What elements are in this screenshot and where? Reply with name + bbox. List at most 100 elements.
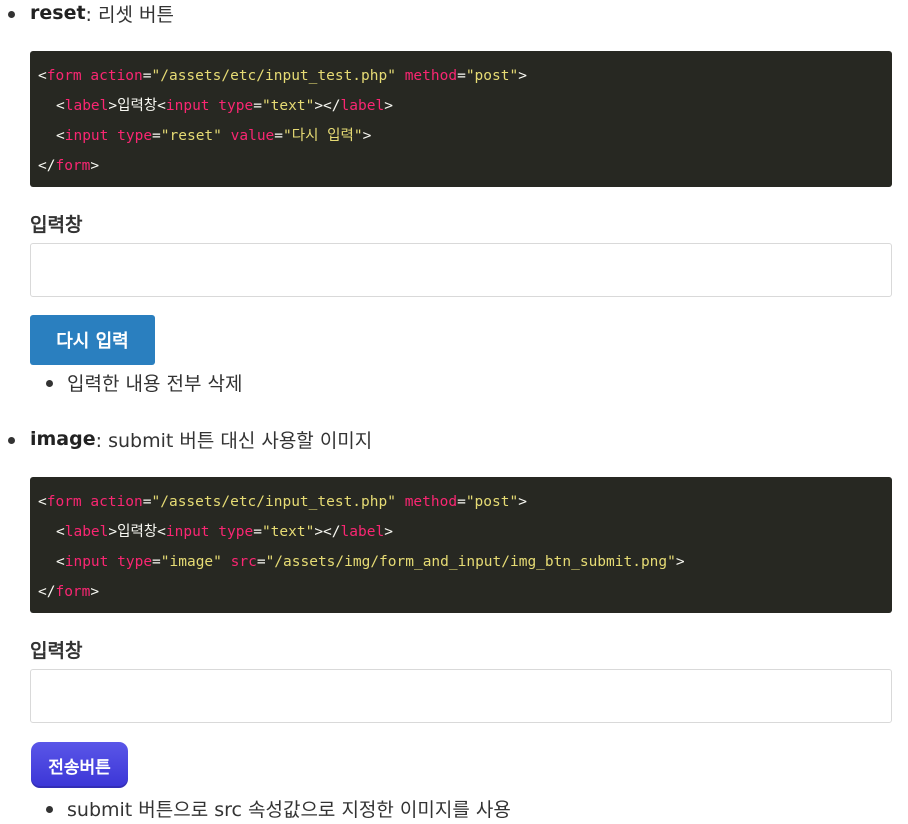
image-keyword: image bbox=[30, 428, 96, 450]
reset-button[interactable]: 다시 입력 bbox=[30, 315, 155, 365]
reset-keyword: reset bbox=[30, 2, 86, 24]
code-line: </form> bbox=[38, 151, 884, 181]
code-token-text: 입력창 bbox=[117, 524, 158, 540]
code-token-tag: form bbox=[46, 494, 82, 510]
code-token-punc: > bbox=[108, 98, 118, 114]
image-description: : submit 버튼 대신 사용할 이미지 bbox=[95, 429, 373, 452]
code-token-attr: type bbox=[117, 128, 153, 144]
code-token-tag: input bbox=[165, 98, 210, 114]
image-text-input[interactable] bbox=[30, 669, 892, 723]
page: reset : 리셋 버튼 <form action="/assets/etc/… bbox=[0, 0, 908, 824]
code-token-punc: = bbox=[457, 494, 466, 510]
reset-description: : 리셋 버튼 bbox=[85, 3, 174, 26]
code-token-punc: < bbox=[38, 494, 47, 510]
code-token-attr: type bbox=[218, 98, 254, 114]
code-token-str: "/assets/img/form_and_input/img_btn_subm… bbox=[265, 554, 676, 570]
code-line: <label>입력창<input type="text"></label> bbox=[38, 91, 884, 121]
bullet-icon bbox=[8, 10, 15, 18]
submit-image-button[interactable]: 전송버튼 bbox=[31, 742, 128, 788]
code-token-tag: label bbox=[64, 98, 109, 114]
code-token-punc: = bbox=[274, 128, 284, 144]
code-token-punc: </ bbox=[38, 158, 56, 174]
code-token-punc: ></ bbox=[314, 98, 341, 114]
code-line: <input type="reset" value="다시 입력"> bbox=[38, 121, 884, 151]
code-token-str: "post" bbox=[465, 68, 519, 84]
code-token-attr: type bbox=[117, 554, 153, 570]
code-token-tag: label bbox=[340, 524, 385, 540]
code-token-str: "image" bbox=[160, 554, 222, 570]
code-token-attr: method bbox=[404, 68, 458, 84]
code-token-punc: > bbox=[675, 554, 685, 570]
code-token-punc: < bbox=[38, 68, 47, 84]
reset-note-text: 입력한 내용 전부 삭제 bbox=[67, 372, 243, 395]
code-token-punc: > bbox=[108, 524, 118, 540]
bullet-icon bbox=[8, 436, 15, 444]
code-token-attr: method bbox=[404, 494, 458, 510]
reset-field-label: 입력창 bbox=[30, 214, 83, 236]
image-heading: image : submit 버튼 대신 사용할 이미지 bbox=[8, 426, 372, 452]
code-token-str: "post" bbox=[465, 494, 519, 510]
code-token-tag: form bbox=[55, 158, 91, 174]
code-line: <label>입력창<input type="text"></label> bbox=[38, 517, 884, 547]
image-field-label: 입력창 bbox=[30, 640, 83, 662]
code-token-str: "text" bbox=[261, 98, 315, 114]
image-code-block: <form action="/assets/etc/input_test.php… bbox=[30, 477, 892, 613]
code-token-punc: < bbox=[56, 524, 65, 540]
code-token-str: "text" bbox=[261, 524, 315, 540]
code-token-attr: action bbox=[90, 68, 143, 84]
reset-heading: reset : 리셋 버튼 bbox=[8, 0, 174, 26]
code-token-punc: = bbox=[152, 554, 161, 570]
code-token-punc: = bbox=[253, 98, 262, 114]
code-token-punc: > bbox=[518, 494, 527, 510]
code-token-punc: > bbox=[518, 68, 527, 84]
reset-code-block: <form action="/assets/etc/input_test.php… bbox=[30, 51, 892, 187]
code-token-punc: < bbox=[56, 98, 65, 114]
code-token-tag: label bbox=[340, 98, 385, 114]
code-token-str: "/assets/etc/input_test.php" bbox=[151, 68, 396, 84]
code-token-punc: > bbox=[90, 158, 100, 174]
reset-text-input[interactable] bbox=[30, 243, 892, 297]
image-note-text: submit 버튼으로 src 속성값으로 지정한 이미지를 사용 bbox=[67, 798, 511, 821]
code-token-str: "/assets/etc/input_test.php" bbox=[151, 494, 396, 510]
code-token-punc: < bbox=[157, 524, 166, 540]
code-line: <form action="/assets/etc/input_test.php… bbox=[38, 61, 884, 91]
code-token-punc: > bbox=[384, 524, 393, 540]
code-token-punc: > bbox=[90, 584, 100, 600]
code-token-attr: type bbox=[218, 524, 254, 540]
code-line: </form> bbox=[38, 577, 884, 607]
code-token-punc: = bbox=[457, 68, 466, 84]
code-token-punc: = bbox=[142, 494, 152, 510]
code-token-str: "reset" bbox=[160, 128, 222, 144]
code-token-punc: < bbox=[56, 128, 65, 144]
code-token-tag: form bbox=[55, 584, 91, 600]
code-line: <input type="image" src="/assets/img/for… bbox=[38, 547, 884, 577]
code-token-punc: </ bbox=[38, 584, 56, 600]
code-token-attr: src bbox=[230, 554, 257, 570]
bullet-icon bbox=[46, 379, 53, 387]
image-note: submit 버튼으로 src 속성값으로 지정한 이미지를 사용 bbox=[46, 795, 511, 821]
code-token-punc: = bbox=[152, 128, 161, 144]
code-token-tag: input bbox=[64, 128, 109, 144]
code-token-attr: value bbox=[230, 128, 275, 144]
bullet-icon bbox=[46, 805, 53, 813]
code-line: <form action="/assets/etc/input_test.php… bbox=[38, 487, 884, 517]
code-token-punc: = bbox=[142, 68, 152, 84]
code-token-punc: < bbox=[56, 554, 65, 570]
code-token-punc: = bbox=[256, 554, 266, 570]
code-token-tag: input bbox=[165, 524, 210, 540]
code-token-tag: form bbox=[46, 68, 82, 84]
code-token-punc: = bbox=[253, 524, 262, 540]
code-token-punc: ></ bbox=[314, 524, 341, 540]
code-token-str: "다시 입력" bbox=[283, 128, 363, 144]
reset-note: 입력한 내용 전부 삭제 bbox=[46, 369, 242, 395]
code-token-punc: > bbox=[362, 128, 372, 144]
code-token-tag: label bbox=[64, 524, 109, 540]
